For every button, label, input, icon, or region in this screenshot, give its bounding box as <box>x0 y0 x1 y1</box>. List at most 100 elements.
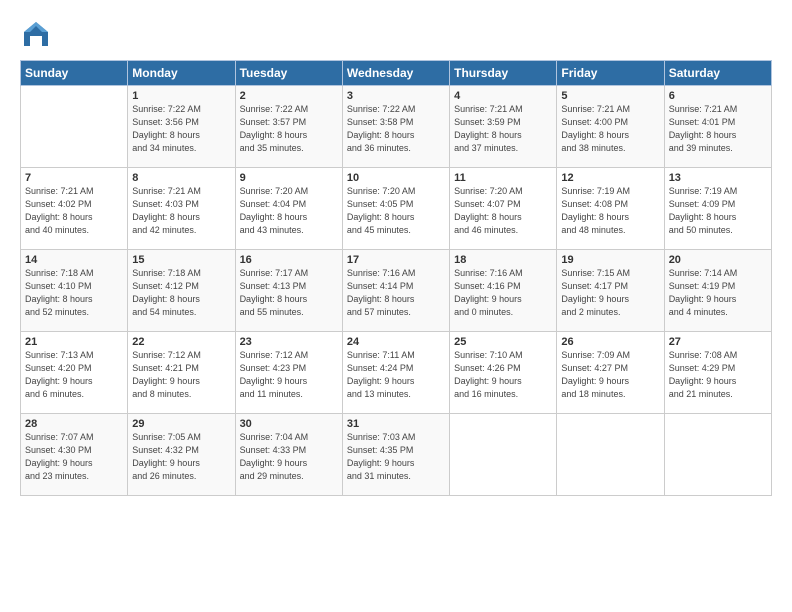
calendar-header-row: SundayMondayTuesdayWednesdayThursdayFrid… <box>21 61 772 86</box>
col-header-wednesday: Wednesday <box>342 61 449 86</box>
day-info: Sunrise: 7:09 AMSunset: 4:27 PMDaylight:… <box>561 349 659 401</box>
calendar-week-row: 28Sunrise: 7:07 AMSunset: 4:30 PMDayligh… <box>21 414 772 496</box>
day-info: Sunrise: 7:21 AMSunset: 4:02 PMDaylight:… <box>25 185 123 237</box>
day-info: Sunrise: 7:15 AMSunset: 4:17 PMDaylight:… <box>561 267 659 319</box>
calendar-cell: 26Sunrise: 7:09 AMSunset: 4:27 PMDayligh… <box>557 332 664 414</box>
calendar-week-row: 1Sunrise: 7:22 AMSunset: 3:56 PMDaylight… <box>21 86 772 168</box>
day-number: 26 <box>561 336 659 348</box>
calendar-cell: 8Sunrise: 7:21 AMSunset: 4:03 PMDaylight… <box>128 168 235 250</box>
col-header-friday: Friday <box>557 61 664 86</box>
calendar-cell: 15Sunrise: 7:18 AMSunset: 4:12 PMDayligh… <box>128 250 235 332</box>
calendar-cell: 19Sunrise: 7:15 AMSunset: 4:17 PMDayligh… <box>557 250 664 332</box>
day-number: 7 <box>25 172 123 184</box>
day-number: 21 <box>25 336 123 348</box>
calendar-cell <box>557 414 664 496</box>
calendar-cell: 2Sunrise: 7:22 AMSunset: 3:57 PMDaylight… <box>235 86 342 168</box>
header <box>20 18 772 50</box>
calendar-cell: 11Sunrise: 7:20 AMSunset: 4:07 PMDayligh… <box>450 168 557 250</box>
day-number: 16 <box>240 254 338 266</box>
day-info: Sunrise: 7:22 AMSunset: 3:58 PMDaylight:… <box>347 103 445 155</box>
day-info: Sunrise: 7:03 AMSunset: 4:35 PMDaylight:… <box>347 431 445 483</box>
day-number: 19 <box>561 254 659 266</box>
calendar-cell: 6Sunrise: 7:21 AMSunset: 4:01 PMDaylight… <box>664 86 771 168</box>
day-info: Sunrise: 7:07 AMSunset: 4:30 PMDaylight:… <box>25 431 123 483</box>
day-number: 13 <box>669 172 767 184</box>
day-info: Sunrise: 7:18 AMSunset: 4:12 PMDaylight:… <box>132 267 230 319</box>
day-number: 1 <box>132 90 230 102</box>
col-header-saturday: Saturday <box>664 61 771 86</box>
day-number: 27 <box>669 336 767 348</box>
col-header-tuesday: Tuesday <box>235 61 342 86</box>
calendar-cell: 1Sunrise: 7:22 AMSunset: 3:56 PMDaylight… <box>128 86 235 168</box>
calendar-cell: 27Sunrise: 7:08 AMSunset: 4:29 PMDayligh… <box>664 332 771 414</box>
col-header-monday: Monday <box>128 61 235 86</box>
calendar-week-row: 7Sunrise: 7:21 AMSunset: 4:02 PMDaylight… <box>21 168 772 250</box>
calendar-cell: 14Sunrise: 7:18 AMSunset: 4:10 PMDayligh… <box>21 250 128 332</box>
col-header-thursday: Thursday <box>450 61 557 86</box>
calendar-table: SundayMondayTuesdayWednesdayThursdayFrid… <box>20 60 772 496</box>
day-info: Sunrise: 7:20 AMSunset: 4:05 PMDaylight:… <box>347 185 445 237</box>
day-number: 23 <box>240 336 338 348</box>
logo-icon <box>20 18 52 50</box>
day-info: Sunrise: 7:19 AMSunset: 4:09 PMDaylight:… <box>669 185 767 237</box>
calendar-cell: 25Sunrise: 7:10 AMSunset: 4:26 PMDayligh… <box>450 332 557 414</box>
day-info: Sunrise: 7:08 AMSunset: 4:29 PMDaylight:… <box>669 349 767 401</box>
day-info: Sunrise: 7:05 AMSunset: 4:32 PMDaylight:… <box>132 431 230 483</box>
calendar-week-row: 14Sunrise: 7:18 AMSunset: 4:10 PMDayligh… <box>21 250 772 332</box>
calendar-cell: 29Sunrise: 7:05 AMSunset: 4:32 PMDayligh… <box>128 414 235 496</box>
calendar-cell: 17Sunrise: 7:16 AMSunset: 4:14 PMDayligh… <box>342 250 449 332</box>
day-number: 15 <box>132 254 230 266</box>
calendar-cell: 16Sunrise: 7:17 AMSunset: 4:13 PMDayligh… <box>235 250 342 332</box>
col-header-sunday: Sunday <box>21 61 128 86</box>
day-number: 11 <box>454 172 552 184</box>
day-number: 17 <box>347 254 445 266</box>
day-info: Sunrise: 7:21 AMSunset: 4:01 PMDaylight:… <box>669 103 767 155</box>
logo <box>20 18 58 50</box>
day-number: 5 <box>561 90 659 102</box>
calendar-cell: 18Sunrise: 7:16 AMSunset: 4:16 PMDayligh… <box>450 250 557 332</box>
calendar-cell: 7Sunrise: 7:21 AMSunset: 4:02 PMDaylight… <box>21 168 128 250</box>
calendar-cell: 30Sunrise: 7:04 AMSunset: 4:33 PMDayligh… <box>235 414 342 496</box>
day-info: Sunrise: 7:04 AMSunset: 4:33 PMDaylight:… <box>240 431 338 483</box>
day-info: Sunrise: 7:18 AMSunset: 4:10 PMDaylight:… <box>25 267 123 319</box>
calendar-cell: 28Sunrise: 7:07 AMSunset: 4:30 PMDayligh… <box>21 414 128 496</box>
day-info: Sunrise: 7:21 AMSunset: 3:59 PMDaylight:… <box>454 103 552 155</box>
day-number: 24 <box>347 336 445 348</box>
calendar-cell: 13Sunrise: 7:19 AMSunset: 4:09 PMDayligh… <box>664 168 771 250</box>
day-number: 10 <box>347 172 445 184</box>
calendar-cell: 23Sunrise: 7:12 AMSunset: 4:23 PMDayligh… <box>235 332 342 414</box>
day-number: 29 <box>132 418 230 430</box>
day-number: 6 <box>669 90 767 102</box>
day-info: Sunrise: 7:10 AMSunset: 4:26 PMDaylight:… <box>454 349 552 401</box>
calendar-cell: 24Sunrise: 7:11 AMSunset: 4:24 PMDayligh… <box>342 332 449 414</box>
day-number: 12 <box>561 172 659 184</box>
day-number: 3 <box>347 90 445 102</box>
day-info: Sunrise: 7:16 AMSunset: 4:14 PMDaylight:… <box>347 267 445 319</box>
day-number: 14 <box>25 254 123 266</box>
day-info: Sunrise: 7:20 AMSunset: 4:07 PMDaylight:… <box>454 185 552 237</box>
calendar-cell: 22Sunrise: 7:12 AMSunset: 4:21 PMDayligh… <box>128 332 235 414</box>
day-number: 8 <box>132 172 230 184</box>
day-info: Sunrise: 7:12 AMSunset: 4:21 PMDaylight:… <box>132 349 230 401</box>
calendar-cell: 10Sunrise: 7:20 AMSunset: 4:05 PMDayligh… <box>342 168 449 250</box>
calendar-cell <box>21 86 128 168</box>
day-number: 31 <box>347 418 445 430</box>
day-info: Sunrise: 7:17 AMSunset: 4:13 PMDaylight:… <box>240 267 338 319</box>
calendar-cell: 5Sunrise: 7:21 AMSunset: 4:00 PMDaylight… <box>557 86 664 168</box>
calendar-cell: 20Sunrise: 7:14 AMSunset: 4:19 PMDayligh… <box>664 250 771 332</box>
day-number: 9 <box>240 172 338 184</box>
day-info: Sunrise: 7:16 AMSunset: 4:16 PMDaylight:… <box>454 267 552 319</box>
calendar-cell: 31Sunrise: 7:03 AMSunset: 4:35 PMDayligh… <box>342 414 449 496</box>
day-number: 25 <box>454 336 552 348</box>
day-info: Sunrise: 7:20 AMSunset: 4:04 PMDaylight:… <box>240 185 338 237</box>
day-number: 20 <box>669 254 767 266</box>
day-info: Sunrise: 7:19 AMSunset: 4:08 PMDaylight:… <box>561 185 659 237</box>
day-info: Sunrise: 7:22 AMSunset: 3:57 PMDaylight:… <box>240 103 338 155</box>
calendar-cell: 3Sunrise: 7:22 AMSunset: 3:58 PMDaylight… <box>342 86 449 168</box>
day-info: Sunrise: 7:14 AMSunset: 4:19 PMDaylight:… <box>669 267 767 319</box>
day-info: Sunrise: 7:13 AMSunset: 4:20 PMDaylight:… <box>25 349 123 401</box>
day-number: 2 <box>240 90 338 102</box>
calendar-cell: 21Sunrise: 7:13 AMSunset: 4:20 PMDayligh… <box>21 332 128 414</box>
day-info: Sunrise: 7:11 AMSunset: 4:24 PMDaylight:… <box>347 349 445 401</box>
calendar-cell <box>450 414 557 496</box>
